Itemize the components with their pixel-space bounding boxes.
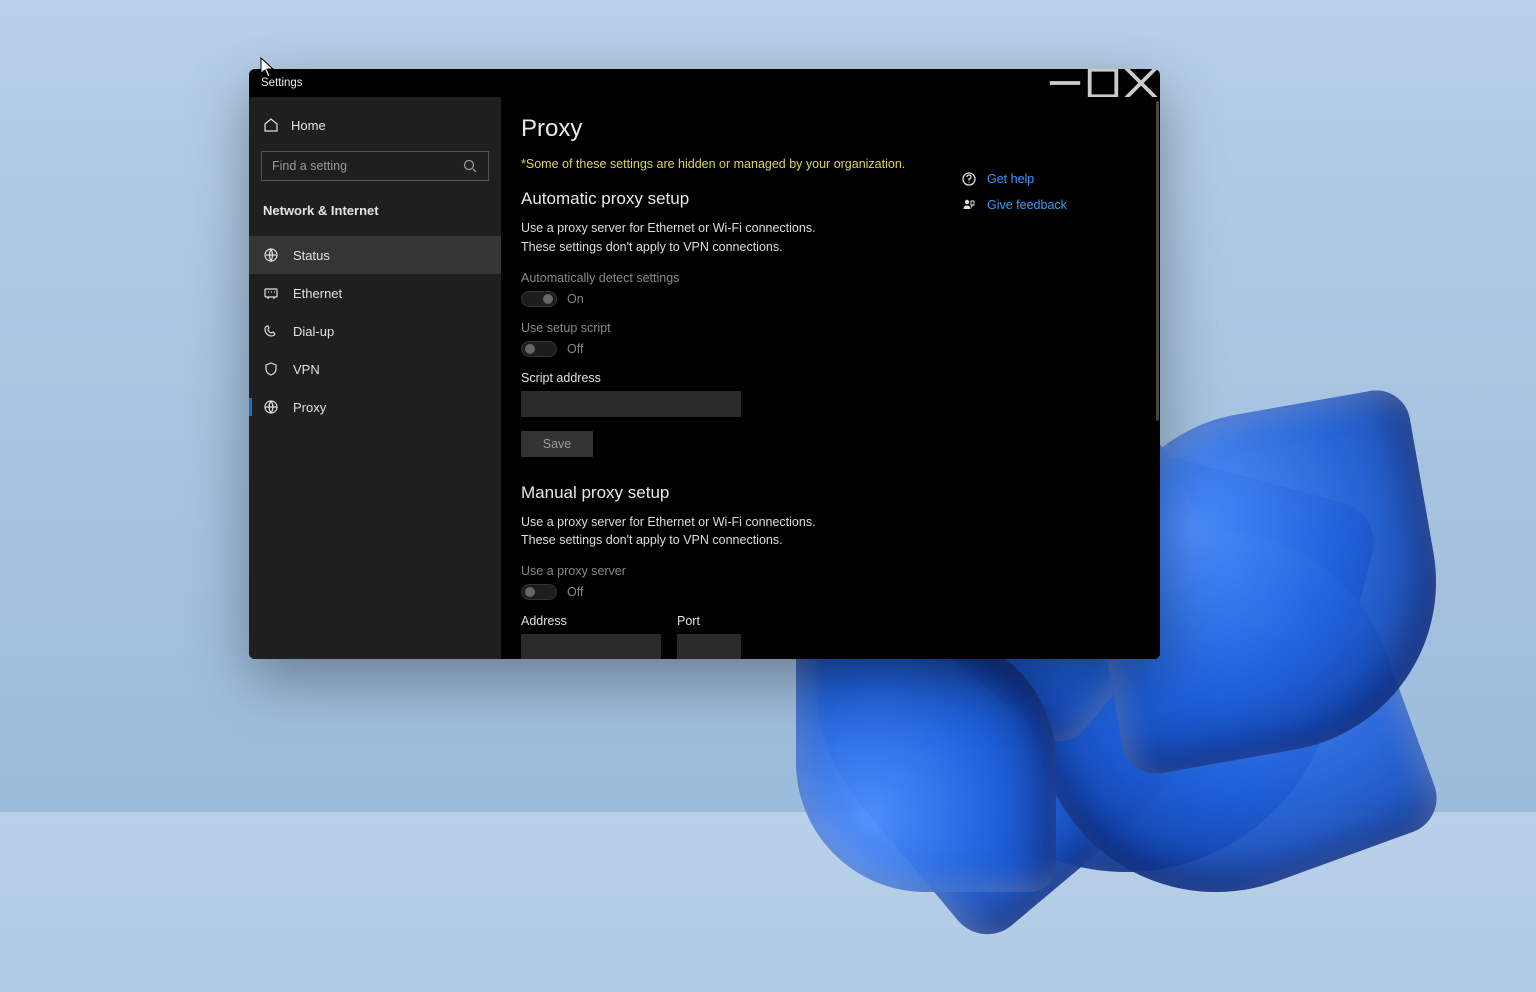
sidebar: Home Network & Internet Status xyxy=(249,97,501,659)
home-icon xyxy=(263,117,279,133)
status-icon xyxy=(263,247,279,263)
sidebar-section: Network & Internet xyxy=(249,197,501,236)
dialup-icon xyxy=(263,323,279,339)
help-icon xyxy=(961,171,977,187)
vpn-icon xyxy=(263,361,279,377)
org-warning: *Some of these settings are hidden or ma… xyxy=(521,157,931,171)
scrollbar[interactable] xyxy=(1156,101,1159,421)
sidebar-nav: Status Ethernet Dial-up xyxy=(249,236,501,426)
proxy-icon xyxy=(263,399,279,415)
search-icon xyxy=(462,158,478,174)
use-proxy-toggle xyxy=(521,584,557,600)
sidebar-item-label: Proxy xyxy=(293,400,326,415)
ethernet-icon xyxy=(263,285,279,301)
manual-heading: Manual proxy setup xyxy=(521,483,931,503)
auto-detect-state: On xyxy=(567,292,584,306)
script-address-label: Script address xyxy=(521,371,931,385)
auto-detect-label: Automatically detect settings xyxy=(521,271,931,285)
sidebar-item-label: Ethernet xyxy=(293,286,342,301)
script-address-input[interactable] xyxy=(521,391,741,417)
home-label: Home xyxy=(291,118,326,133)
get-help-link[interactable]: Get help xyxy=(961,171,1067,187)
maximize-button[interactable] xyxy=(1084,69,1122,97)
search-input[interactable] xyxy=(272,159,462,173)
sidebar-item-label: Dial-up xyxy=(293,324,334,339)
setup-script-state: Off xyxy=(567,342,583,356)
close-button[interactable] xyxy=(1122,69,1160,97)
sidebar-item-status[interactable]: Status xyxy=(249,236,501,274)
auto-save-button[interactable]: Save xyxy=(521,431,593,457)
feedback-icon xyxy=(961,197,977,213)
aside-links: Get help Give feedback xyxy=(961,171,1067,659)
sidebar-item-dialup[interactable]: Dial-up xyxy=(249,312,501,350)
page-title: Proxy xyxy=(521,115,931,143)
sidebar-home[interactable]: Home xyxy=(249,105,501,147)
give-feedback-link[interactable]: Give feedback xyxy=(961,197,1067,213)
manual-desc: Use a proxy server for Ethernet or Wi-Fi… xyxy=(521,513,851,551)
manual-address-input[interactable] xyxy=(521,634,661,659)
manual-address-label: Address xyxy=(521,614,661,628)
use-proxy-label: Use a proxy server xyxy=(521,564,931,578)
manual-port-label: Port xyxy=(677,614,741,628)
auto-desc: Use a proxy server for Ethernet or Wi-Fi… xyxy=(521,219,851,257)
auto-heading: Automatic proxy setup xyxy=(521,189,931,209)
get-help-label: Get help xyxy=(987,172,1034,186)
settings-window: Settings Home xyxy=(249,69,1160,659)
window-title: Settings xyxy=(261,77,303,89)
auto-detect-toggle xyxy=(521,291,557,307)
minimize-button[interactable] xyxy=(1046,69,1084,97)
sidebar-item-vpn[interactable]: VPN xyxy=(249,350,501,388)
sidebar-item-label: Status xyxy=(293,248,330,263)
give-feedback-label: Give feedback xyxy=(987,198,1067,212)
title-bar: Settings xyxy=(249,69,1160,97)
sidebar-item-proxy[interactable]: Proxy xyxy=(249,388,501,426)
sidebar-item-label: VPN xyxy=(293,362,320,377)
main-panel: Proxy *Some of these settings are hidden… xyxy=(501,97,1160,659)
search-box[interactable] xyxy=(261,151,489,181)
sidebar-item-ethernet[interactable]: Ethernet xyxy=(249,274,501,312)
manual-port-input[interactable] xyxy=(677,634,741,659)
setup-script-label: Use setup script xyxy=(521,321,931,335)
use-proxy-state: Off xyxy=(567,585,583,599)
setup-script-toggle xyxy=(521,341,557,357)
